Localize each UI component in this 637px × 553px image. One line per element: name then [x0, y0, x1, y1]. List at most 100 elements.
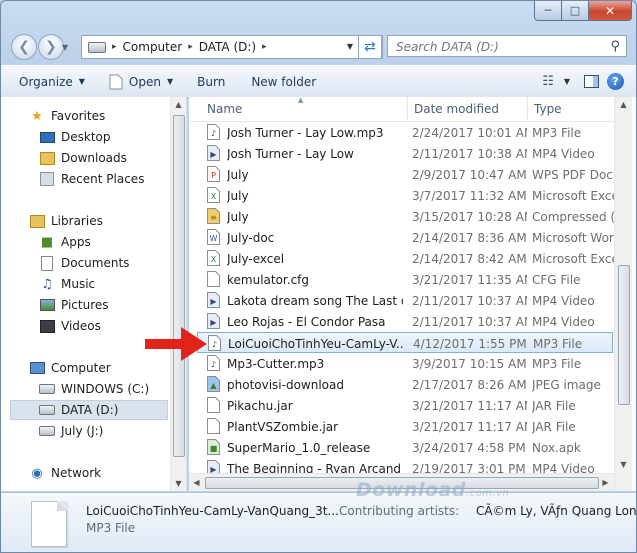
excel-file-icon: X [207, 250, 220, 266]
address-history-dropdown[interactable]: ▼ [342, 35, 358, 57]
sidebar-item-label: Desktop [61, 130, 111, 144]
libraries-icon [29, 213, 45, 229]
sidebar-group-label: Favorites [51, 109, 106, 123]
table-row[interactable]: ▶ Lakota dream song The Last of... 2/11/20… [197, 290, 613, 311]
burn-button[interactable]: Burn [189, 69, 233, 94]
column-header-date[interactable]: Date modified [407, 97, 527, 121]
refresh-button[interactable]: ⇄ [358, 35, 382, 59]
search-icon[interactable]: ⚲ [610, 39, 620, 54]
table-row[interactable]: ▶ Josh Turner - Lay Low 2/11/2017 10:38 AM… [197, 143, 613, 164]
minimize-button[interactable]: ─ [534, 1, 562, 21]
file-name: July [227, 188, 249, 203]
file-name: Leo Rojas - El Condor Pasa [227, 314, 386, 329]
file-type: JAR File [532, 398, 576, 413]
search-box[interactable]: ⚲ [387, 35, 627, 57]
forward-button[interactable]: ❯ [38, 34, 64, 60]
details-pane: LoiCuoiChoTinhYeu-CamLy-VanQuang_3t... M… [1, 492, 636, 552]
help-icon[interactable]: ? [607, 73, 624, 90]
organize-menu[interactable]: Organize ▼ [1, 69, 93, 94]
table-row[interactable]: kemulator.cfg 3/21/2017 11:35 AM CFG File [197, 269, 613, 290]
scroll-up-arrow-icon[interactable]: ▲ [616, 97, 631, 112]
breadcrumb-chevron-icon[interactable]: ▸ [262, 42, 267, 52]
sidebar-item-label: Videos [61, 319, 101, 333]
file-name: July [227, 209, 249, 224]
table-row[interactable]: X July-excel 2/14/2017 8:42 AM Microsoft Ex… [197, 248, 617, 269]
sidebar-item-videos[interactable]: Videos [39, 316, 101, 336]
sidebar-item-apps[interactable]: ■ Apps [39, 232, 91, 252]
open-label: Open [128, 74, 161, 89]
scroll-left-arrow-icon[interactable]: ◀ [189, 475, 204, 490]
file-list: ▲ Name Date modified Type ♪ Josh Turner -… [189, 97, 636, 491]
scroll-down-arrow-icon[interactable]: ▼ [171, 476, 186, 491]
sidebar-item-documents[interactable]: Documents [39, 253, 129, 273]
command-bar: Organize ▼ Open ▼ Burn New folder ☷ ▼ ? [1, 65, 636, 98]
table-row[interactable]: X July 3/7/2017 11:32 AM Microsoft Excel [197, 185, 617, 206]
svg-text:P: P [211, 171, 216, 180]
file-type: WPS PDF Docum [532, 167, 617, 182]
table-row[interactable]: ▶ Leo Rojas - El Condor Pasa 2/11/2017 10:… [197, 311, 613, 332]
table-row[interactable]: ▲ photovisi-download 2/17/2017 8:26 AM JPEG… [197, 374, 613, 395]
column-header-type[interactable]: Type [527, 97, 617, 121]
table-row[interactable]: W July-doc 2/14/2017 8:36 AM Microsoft Word [197, 227, 617, 248]
breadcrumb-chevron-icon[interactable]: ▸ [112, 42, 117, 52]
change-view-icon[interactable]: ☷ [542, 74, 554, 89]
sidebar-item-recent-places[interactable]: Recent Places [39, 169, 144, 189]
word-file-icon: W [207, 229, 220, 245]
new-folder-button[interactable]: New folder [243, 69, 324, 94]
details-contributing-label: Contributing artists: [339, 504, 460, 518]
scroll-up-arrow-icon[interactable]: ▲ [171, 97, 186, 112]
sidebar-item-windows-c[interactable]: WINDOWS (C:) [39, 379, 149, 399]
table-row[interactable]: ♪ Josh Turner - Lay Low.mp3 2/24/2017 10:0… [197, 122, 613, 143]
scroll-right-arrow-icon[interactable]: ▶ [598, 475, 613, 490]
back-button[interactable]: ❮ [11, 34, 37, 60]
scroll-down-arrow-icon[interactable]: ▼ [616, 457, 631, 472]
open-button[interactable]: Open ▼ [101, 69, 181, 94]
sidebar-item-music[interactable]: ♫ Music [39, 274, 95, 294]
recent-pages-dropdown[interactable]: ▼ [62, 43, 68, 52]
apps-icon: ■ [40, 234, 54, 250]
table-row[interactable]: ♪ LoiCuoiChoTinhYeu-CamLy-V... 4/12/2017 1… [197, 332, 613, 353]
navigation-pane-scrollbar[interactable]: ▲ ▼ [170, 97, 186, 491]
view-options-dropdown[interactable]: ▼ [564, 77, 570, 86]
table-row[interactable]: ♪ Mp3-Cutter.mp3 3/9/2017 10:15 AM MP3 File [197, 353, 613, 374]
file-list-scrollbar[interactable]: ▲ ▼ [614, 97, 632, 491]
scrollbar-thumb[interactable] [618, 265, 630, 405]
pdf-file-icon: P [207, 166, 220, 182]
sidebar-item-july-j[interactable]: July (J:) [39, 421, 103, 441]
videos-icon [39, 318, 55, 334]
organize-label: Organize [19, 74, 73, 89]
sidebar-favorites[interactable]: ★ Favorites [29, 106, 105, 126]
file-name: July-doc [227, 230, 275, 245]
preview-pane-icon[interactable] [584, 75, 599, 88]
breadcrumb-computer[interactable]: Computer [123, 40, 183, 54]
breadcrumb-data-drive[interactable]: DATA (D:) [199, 40, 256, 54]
sidebar-item-pictures[interactable]: Pictures [39, 295, 109, 315]
maximize-button[interactable]: □ [562, 1, 589, 21]
sidebar-item-data-d[interactable]: DATA (D:) [10, 400, 168, 420]
file-date: 2/14/2017 8:36 AM [412, 230, 527, 245]
sidebar-libraries[interactable]: Libraries [29, 211, 103, 231]
sidebar-item-desktop[interactable]: Desktop [39, 127, 111, 147]
excel-file-icon: X [207, 187, 220, 203]
scrollbar-thumb[interactable] [173, 115, 185, 457]
navigation-pane: ★ Favorites Desktop Downloads Recent Pla… [1, 97, 187, 491]
sidebar-computer[interactable]: Computer [29, 358, 111, 378]
back-arrow-icon: ❮ [18, 39, 30, 55]
file-type: MP3 File [532, 125, 582, 140]
details-contributing-value[interactable]: CÃ©m Ly, VÃƒn Quang Long [476, 504, 636, 518]
table-row[interactable]: ≡ July 3/15/2017 10:28 AM Compressed (zi [197, 206, 617, 227]
sidebar-network[interactable]: ◉ Network [29, 463, 101, 483]
navigation-bar: ❮ ❯ ▼ ▸ Computer ▸ DATA (D:) ▸ ▼ ⇄ ⚲ [1, 31, 636, 63]
address-bar[interactable]: ▸ Computer ▸ DATA (D:) ▸ [81, 35, 383, 59]
column-header-name[interactable]: Name [197, 97, 407, 121]
close-button[interactable]: ✕ [589, 1, 632, 21]
svg-text:♪: ♪ [212, 340, 217, 349]
table-row[interactable]: P July 2/9/2017 10:47 AM WPS PDF Docum [197, 164, 617, 185]
sidebar-item-downloads[interactable]: Downloads [39, 148, 127, 168]
search-input[interactable] [394, 37, 608, 57]
table-row[interactable]: PlantVSZombie.jar 3/21/2017 11:17 AM JAR F… [197, 416, 613, 437]
table-row[interactable]: ■ SuperMario_1.0_release 3/24/2017 4:58 PM… [197, 437, 613, 458]
breadcrumb-chevron-icon[interactable]: ▸ [188, 42, 193, 52]
svg-text:▶: ▶ [210, 150, 217, 159]
table-row[interactable]: Pikachu.jar 3/21/2017 11:17 AM JAR File [197, 395, 613, 416]
